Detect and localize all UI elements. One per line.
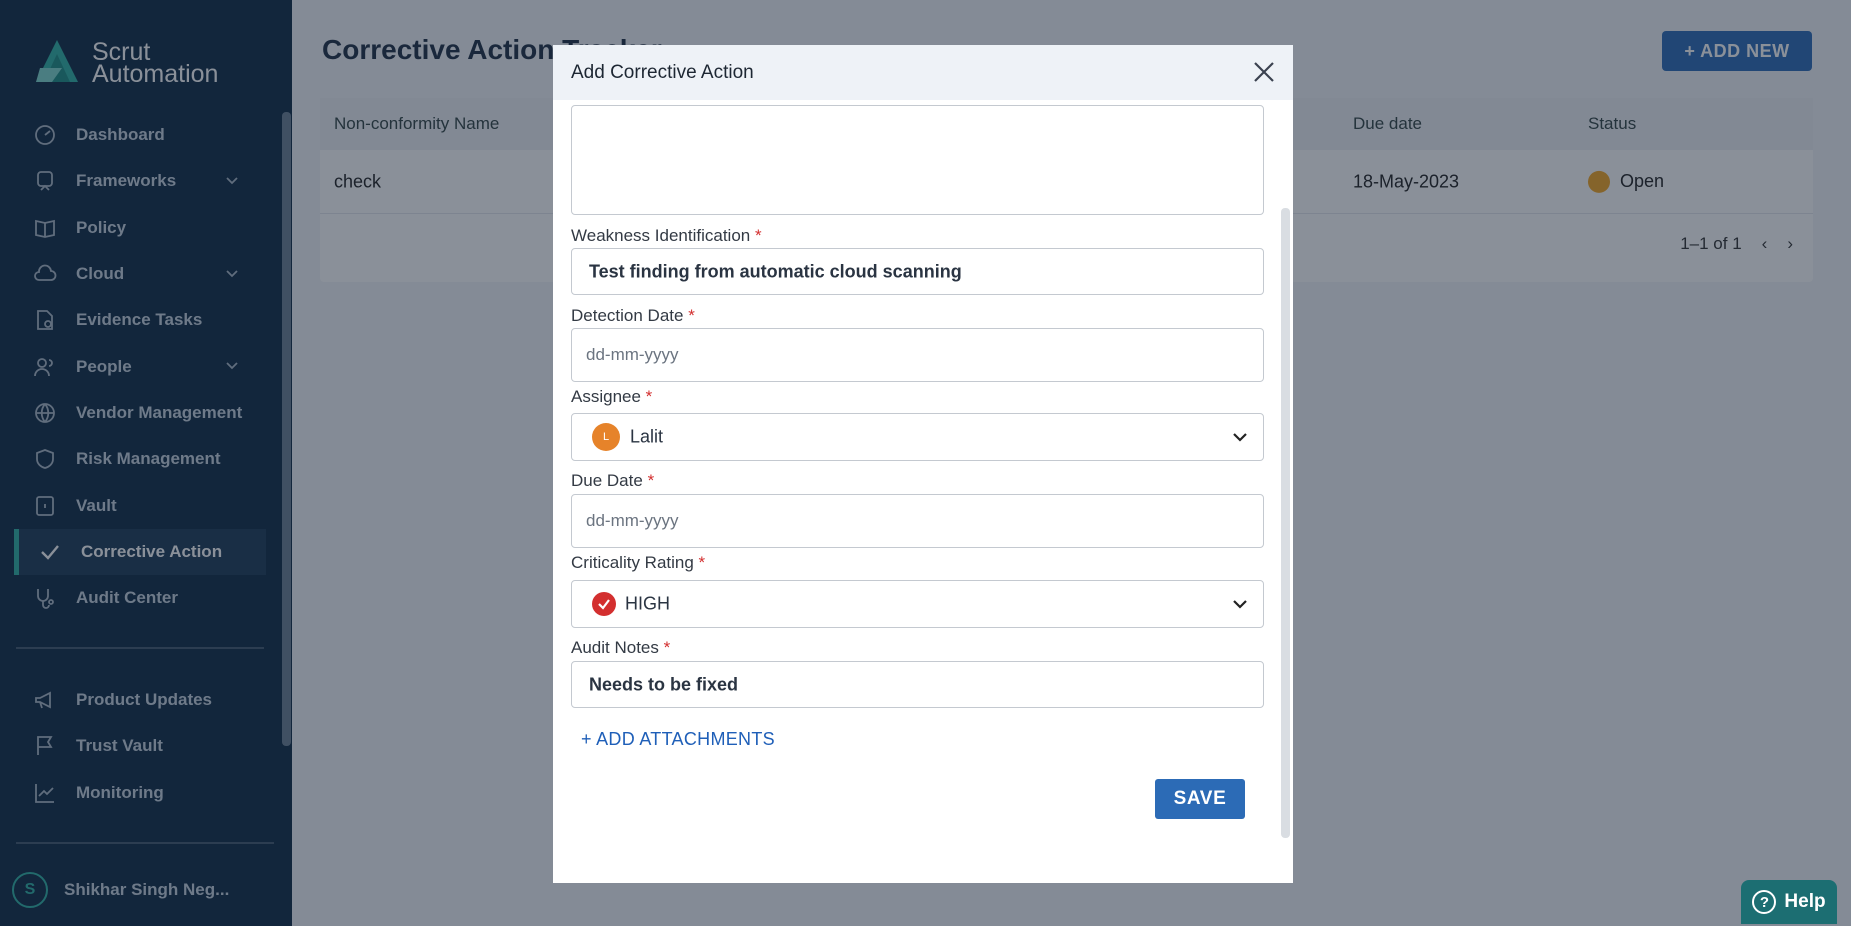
- weakness-identification-input[interactable]: Test finding from automatic cloud scanni…: [571, 248, 1264, 295]
- detection-date-input[interactable]: dd-mm-yyyy: [571, 328, 1264, 382]
- assignee-label: Assignee: [571, 387, 641, 406]
- audit-notes-label: Audit Notes: [571, 638, 659, 657]
- high-criticality-icon: [592, 592, 616, 616]
- assignee-value: Lalit: [630, 426, 664, 447]
- detection-date-label: Detection Date: [571, 306, 684, 325]
- required-mark: *: [688, 306, 695, 325]
- description-textarea[interactable]: [571, 105, 1264, 215]
- weakness-value: Test finding from automatic cloud scanni…: [589, 261, 962, 281]
- detection-date-placeholder: dd-mm-yyyy: [586, 345, 679, 364]
- criticality-value: HIGH: [625, 593, 670, 614]
- due-date-input[interactable]: dd-mm-yyyy: [571, 494, 1264, 548]
- save-button[interactable]: SAVE: [1155, 779, 1245, 819]
- add-attachments-button[interactable]: + ADD ATTACHMENTS: [581, 729, 775, 750]
- audit-notes-value: Needs to be fixed: [589, 674, 739, 694]
- assignee-select[interactable]: L Lalit: [571, 413, 1264, 461]
- required-mark: *: [645, 387, 653, 406]
- add-corrective-action-dialog: Add Corrective Action Weakness Identific…: [553, 45, 1293, 883]
- modal-scrollbar[interactable]: [1281, 208, 1290, 838]
- audit-notes-input[interactable]: Needs to be fixed: [571, 661, 1264, 708]
- weakness-label: Weakness Identification: [571, 226, 751, 245]
- required-mark: *: [698, 553, 706, 572]
- avatar: L: [592, 423, 620, 451]
- criticality-label: Criticality Rating: [571, 553, 694, 572]
- chevron-down-icon[interactable]: [1231, 428, 1249, 446]
- due-date-label: Due Date: [571, 471, 643, 490]
- required-mark: *: [663, 638, 671, 657]
- required-mark: *: [647, 471, 655, 490]
- modal-title: Add Corrective Action: [571, 62, 754, 83]
- help-button[interactable]: ? Help: [1741, 880, 1837, 924]
- close-icon[interactable]: [1251, 59, 1277, 85]
- criticality-rating-select[interactable]: HIGH: [571, 580, 1264, 628]
- chevron-down-icon[interactable]: [1231, 595, 1249, 613]
- help-label: Help: [1784, 891, 1826, 912]
- question-icon: ?: [1752, 890, 1777, 914]
- required-mark: *: [754, 226, 762, 245]
- due-date-placeholder: dd-mm-yyyy: [586, 511, 679, 530]
- modal-header: Add Corrective Action: [553, 45, 1293, 100]
